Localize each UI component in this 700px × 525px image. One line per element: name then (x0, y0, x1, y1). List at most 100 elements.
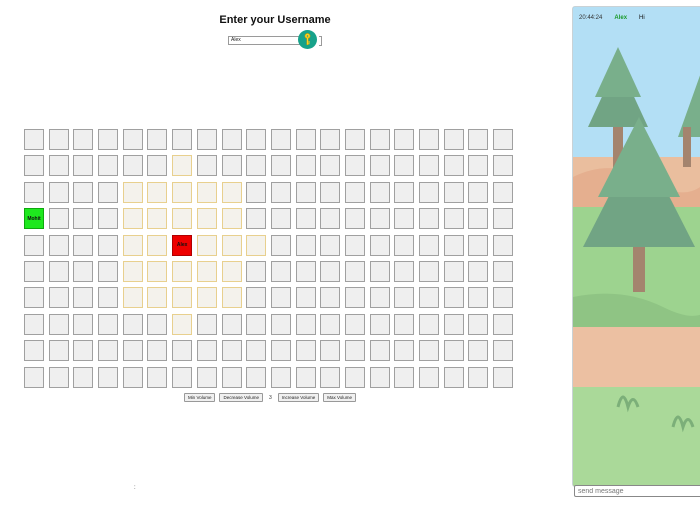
grid-cell[interactable] (98, 260, 119, 282)
grid-cell[interactable] (122, 287, 143, 309)
grid-cell[interactable] (98, 234, 119, 256)
grid-cell[interactable] (196, 155, 217, 177)
grid-cell[interactable] (270, 313, 291, 335)
grid-cell[interactable] (369, 366, 390, 388)
grid-cell[interactable] (48, 313, 69, 335)
grid-cell[interactable] (73, 260, 94, 282)
grid-cell[interactable] (344, 155, 365, 177)
grid-cell[interactable] (172, 208, 193, 230)
grid-cell[interactable] (98, 129, 119, 150)
grid-cell[interactable] (246, 366, 267, 388)
grid-cell[interactable] (147, 234, 168, 256)
grid-cell[interactable] (48, 340, 69, 362)
grid-cell[interactable] (122, 208, 143, 230)
grid-cell[interactable] (320, 208, 341, 230)
grid-cell[interactable] (394, 287, 415, 309)
grid-cell[interactable] (320, 313, 341, 335)
grid-cell[interactable] (369, 260, 390, 282)
username-submit-stub[interactable] (319, 36, 322, 46)
grid-cell[interactable] (468, 340, 489, 362)
grid-cell[interactable] (73, 208, 94, 230)
grid-cell[interactable] (98, 208, 119, 230)
send-message-input[interactable] (574, 485, 700, 497)
grid-cell[interactable] (24, 287, 44, 309)
grid-cell[interactable] (394, 129, 415, 150)
grid-cell[interactable] (295, 313, 316, 335)
grid-cell[interactable] (122, 234, 143, 256)
grid-cell[interactable] (246, 208, 267, 230)
grid-cell[interactable] (369, 181, 390, 203)
grid-cell[interactable] (147, 340, 168, 362)
grid-cell[interactable] (172, 313, 193, 335)
grid-cell[interactable] (196, 287, 217, 309)
grid-cell[interactable] (295, 287, 316, 309)
grid-cell[interactable] (270, 181, 291, 203)
grid-cell[interactable] (394, 340, 415, 362)
grid-cell[interactable] (270, 234, 291, 256)
grid-cell[interactable] (221, 340, 242, 362)
grid-cell[interactable] (246, 129, 267, 150)
grid-cell[interactable] (295, 234, 316, 256)
grid-cell[interactable] (24, 234, 44, 256)
grid-cell[interactable] (270, 208, 291, 230)
grid-cell[interactable] (196, 366, 217, 388)
grid-cell[interactable] (369, 129, 390, 150)
grid-cell[interactable] (48, 181, 69, 203)
grid-cell[interactable] (344, 129, 365, 150)
grid-cell[interactable] (493, 129, 514, 150)
grid-cell[interactable] (493, 340, 514, 362)
grid-cell[interactable] (344, 234, 365, 256)
grid-cell[interactable] (48, 129, 69, 150)
increase-volume-button[interactable]: Increase Volume (277, 393, 320, 402)
grid-cell[interactable] (221, 129, 242, 150)
grid-cell[interactable] (122, 313, 143, 335)
max-volume-button[interactable]: Max Volume (323, 393, 357, 402)
grid-cell[interactable] (221, 234, 242, 256)
grid-cell[interactable] (344, 181, 365, 203)
grid-cell[interactable] (147, 313, 168, 335)
grid-cell[interactable] (246, 234, 267, 256)
grid-cell[interactable] (246, 260, 267, 282)
grid-cell[interactable] (419, 129, 439, 150)
grid-cell[interactable] (172, 181, 193, 203)
grid-cell[interactable] (172, 340, 193, 362)
grid-cell[interactable] (443, 366, 464, 388)
grid-cell[interactable] (468, 366, 489, 388)
grid-cell[interactable] (369, 287, 390, 309)
grid-cell[interactable] (196, 260, 217, 282)
grid-cell[interactable] (394, 181, 415, 203)
grid-cell[interactable] (443, 181, 464, 203)
grid-cell[interactable] (344, 313, 365, 335)
grid-cell[interactable] (147, 155, 168, 177)
grid-cell[interactable] (344, 287, 365, 309)
grid-cell[interactable] (73, 181, 94, 203)
grid-cell[interactable] (468, 181, 489, 203)
grid-cell[interactable] (419, 260, 439, 282)
grid-cell[interactable] (493, 313, 514, 335)
grid-cell[interactable] (24, 366, 44, 388)
grid-cell[interactable] (295, 181, 316, 203)
grid-cell[interactable] (172, 129, 193, 150)
grid-cell[interactable] (369, 234, 390, 256)
grid-cell[interactable] (443, 129, 464, 150)
grid-cell[interactable] (320, 234, 341, 256)
grid-cell[interactable] (419, 208, 439, 230)
grid-cell[interactable] (196, 129, 217, 150)
grid-cell[interactable] (295, 208, 316, 230)
grid-cell[interactable] (196, 234, 217, 256)
grid-cell[interactable] (493, 155, 514, 177)
grid-cell[interactable] (468, 313, 489, 335)
grid-cell[interactable] (419, 234, 439, 256)
grid-cell[interactable] (98, 340, 119, 362)
grid-cell[interactable] (246, 313, 267, 335)
grid-cell[interactable] (172, 287, 193, 309)
grid-cell[interactable] (419, 340, 439, 362)
user-cell-self[interactable]: Alex (172, 234, 193, 256)
grid-cell[interactable] (493, 181, 514, 203)
grid-cell[interactable] (73, 340, 94, 362)
grid-cell[interactable] (221, 260, 242, 282)
grid-cell[interactable] (147, 181, 168, 203)
grid-cell[interactable] (443, 208, 464, 230)
grid-cell[interactable] (369, 313, 390, 335)
grid-cell[interactable] (196, 181, 217, 203)
